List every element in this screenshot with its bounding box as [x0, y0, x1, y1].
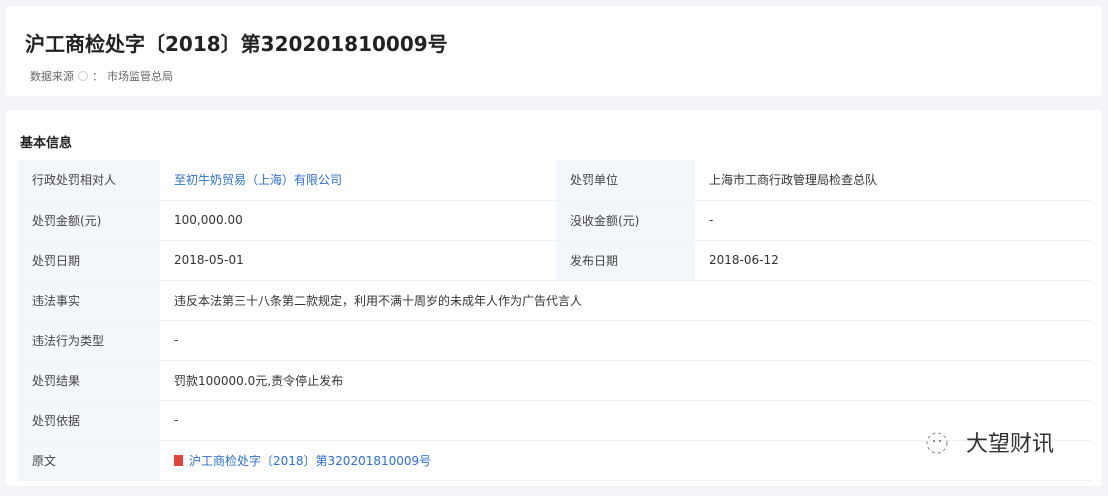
- party-name[interactable]: 至初牛奶贸易（上海）有限公司: [174, 173, 342, 187]
- table-row: 处罚日期 2018-05-01 发布日期 2018-06-12: [18, 240, 1092, 281]
- source-label: 数据来源: [30, 70, 74, 83]
- value: 2018-05-01: [160, 240, 556, 281]
- table-row: 行政处罚相对人 至初牛奶贸易（上海）有限公司 处罚单位 上海市工商行政管理局检查…: [18, 160, 1092, 201]
- value: -: [160, 320, 1092, 361]
- header-card: 沪工商检处字〔2018〕第320201810009号 数据来源 ： 市场监管总局: [6, 6, 1102, 96]
- label: 处罚单位: [556, 160, 695, 201]
- value: 上海市工商行政管理局检查总队: [695, 160, 1092, 201]
- party-link[interactable]: 至初牛奶贸易（上海）有限公司: [160, 160, 556, 201]
- source-separator: ：: [92, 70, 103, 83]
- table-row: 处罚金额(元) 100,000.00 没收金额(元) -: [18, 200, 1092, 241]
- section-title: 基本信息: [20, 136, 73, 151]
- original-doc-title[interactable]: 沪工商检处字〔2018〕第320201810009号: [189, 454, 431, 468]
- value: 100,000.00: [160, 200, 556, 241]
- pdf-icon: [174, 454, 183, 466]
- label: 处罚日期: [18, 240, 160, 281]
- label: 处罚结果: [18, 360, 160, 401]
- table-row: 违法行为类型 -: [18, 320, 1092, 361]
- watermark-text: 大望财讯: [966, 432, 1055, 457]
- table-row: 违法事实 违反本法第三十八条第二款规定，利用不满十周岁的未成年人作为广告代言人: [18, 280, 1092, 321]
- label: 处罚金额(元): [18, 200, 160, 241]
- label: 处罚依据: [18, 400, 160, 441]
- info-icon[interactable]: [78, 71, 88, 81]
- page-title: 沪工商检处字〔2018〕第320201810009号: [25, 32, 448, 56]
- table-row: 处罚结果 罚款100000.0元,责令停止发布: [18, 360, 1092, 401]
- value: -: [695, 200, 1092, 241]
- label: 违法事实: [18, 280, 160, 321]
- label: 原文: [18, 440, 160, 481]
- value: 2018-06-12: [695, 240, 1092, 281]
- value: 违反本法第三十八条第二款规定，利用不满十周岁的未成年人作为广告代言人: [160, 280, 1092, 321]
- label: 违法行为类型: [18, 320, 160, 361]
- watermark: 大望财讯: [920, 426, 1054, 458]
- data-source: 数据来源 ： 市场监管总局: [30, 68, 173, 84]
- label: 没收金额(元): [556, 200, 695, 241]
- label: 行政处罚相对人: [18, 160, 160, 201]
- wechat-icon: [926, 432, 948, 454]
- label: 发布日期: [556, 240, 695, 281]
- source-value: 市场监管总局: [107, 70, 173, 83]
- value: 罚款100000.0元,责令停止发布: [160, 360, 1092, 401]
